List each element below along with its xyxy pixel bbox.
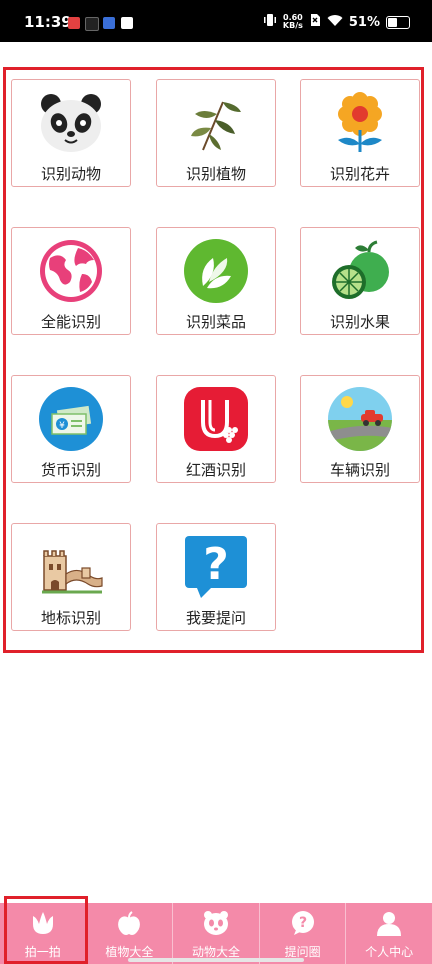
tile-identify-fruit[interactable]: 识别水果: [300, 227, 420, 335]
home-indicator[interactable]: [128, 958, 304, 962]
tile-label: 货币识别: [40, 461, 101, 479]
status-time: 11:39: [24, 13, 72, 31]
nav-label: 拍一拍: [24, 945, 61, 959]
status-bar: 11:39 0.60 KB/s 51%: [0, 0, 432, 42]
vibrate-icon: [263, 13, 277, 31]
battery-icon: [386, 15, 410, 29]
tile-identify-wine[interactable]: 红酒识别: [156, 375, 276, 483]
tile-label: 全能识别: [40, 313, 101, 331]
apple-icon: [116, 910, 142, 936]
network-speed-unit: KB/s: [282, 21, 303, 30]
question-bubble-icon: ?: [290, 910, 316, 936]
car-icon: [327, 386, 393, 452]
svg-text:?: ?: [299, 915, 307, 931]
plant-icon: [183, 90, 249, 156]
bottom-nav: 拍一拍 植物大全 动物大全 ? 提问圈 个人中心: [0, 903, 432, 964]
tile-identify-landmark[interactable]: 地标识别: [11, 523, 131, 631]
network-speed: 0.60 KB/s: [283, 14, 303, 30]
notification-app-icon: [68, 17, 80, 29]
no-sim-icon: [309, 13, 321, 31]
nav-label: 个人中心: [365, 945, 414, 959]
tile-label: 红酒识别: [185, 461, 246, 479]
tile-label: 识别花卉: [329, 165, 390, 183]
wine-icon: [183, 386, 249, 452]
money-icon: ¥: [38, 386, 104, 452]
tile-label: 车辆识别: [329, 461, 390, 479]
nav-item-snap[interactable]: 拍一拍: [0, 903, 87, 964]
question-icon: ?: [183, 534, 249, 600]
tile-label: 识别动物: [40, 165, 101, 183]
tile-ask-question[interactable]: ? 我要提问: [156, 523, 276, 631]
tile-identify-animal[interactable]: 识别动物: [11, 79, 131, 187]
panda-face-icon: [203, 910, 229, 936]
notification-app-icon: [121, 17, 133, 29]
nav-item-profile[interactable]: 个人中心: [346, 903, 432, 964]
tile-label: 地标识别: [40, 609, 101, 627]
battery-percent: 51%: [348, 14, 380, 30]
tile-label: 识别植物: [185, 165, 246, 183]
tiktok-icon: [85, 17, 99, 31]
nav-item-question-circle[interactable]: ? 提问圈: [260, 903, 347, 964]
user-icon: [376, 910, 402, 936]
notification-app-icon: [103, 17, 115, 29]
tulip-icon: [30, 910, 56, 936]
fruit-icon: [327, 238, 393, 304]
panda-icon: [38, 90, 104, 156]
tile-identify-dish[interactable]: 识别菜品: [156, 227, 276, 335]
globe-icon: [38, 238, 104, 304]
tile-universal-identify[interactable]: 全能识别: [11, 227, 131, 335]
tile-label: 我要提问: [185, 609, 246, 627]
tile-identify-vehicle[interactable]: 车辆识别: [300, 375, 420, 483]
tile-label: 识别水果: [329, 313, 390, 331]
great-wall-icon: [38, 534, 104, 600]
flower-icon: [327, 90, 393, 156]
tile-identify-plant[interactable]: 识别植物: [156, 79, 276, 187]
svg-text:?: ?: [203, 539, 229, 590]
leaf-dish-icon: [183, 238, 249, 304]
tile-label: 识别菜品: [185, 313, 246, 331]
tile-identify-currency[interactable]: ¥ 货币识别: [11, 375, 131, 483]
tile-identify-flower[interactable]: 识别花卉: [300, 79, 420, 187]
svg-text:¥: ¥: [59, 421, 65, 431]
wifi-icon: [327, 14, 343, 31]
nav-item-plants[interactable]: 植物大全: [87, 903, 174, 964]
nav-item-animals[interactable]: 动物大全: [173, 903, 260, 964]
